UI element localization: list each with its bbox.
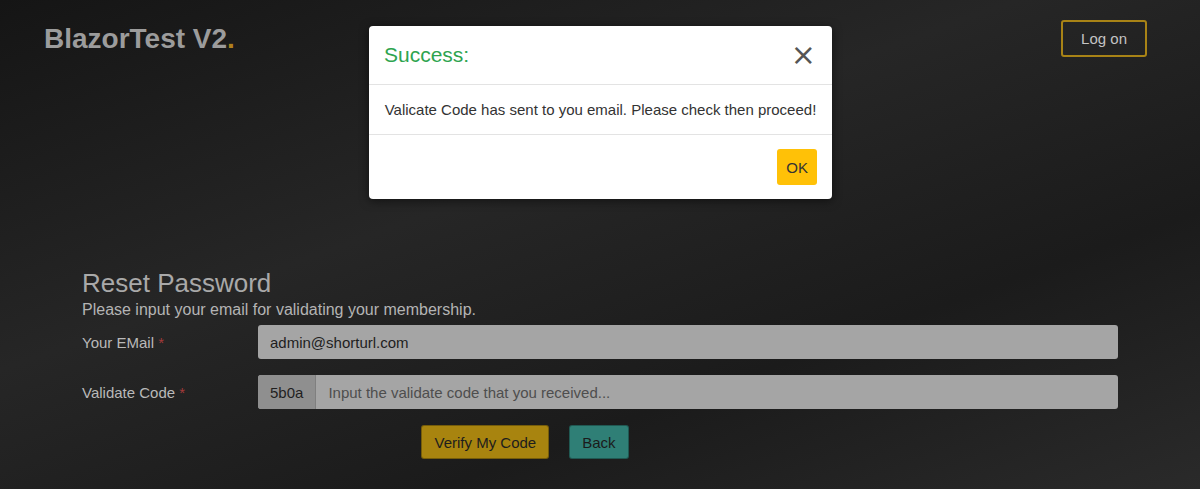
ok-button[interactable]: OK: [777, 149, 817, 185]
modal-title: Success:: [384, 43, 469, 67]
form-subtitle: Please input your email for validating y…: [82, 301, 1118, 319]
field-label: Validate Code *: [82, 384, 258, 401]
modal-header: Success: ×: [369, 26, 832, 85]
modal-body: Valicate Code has sent to you email. Ple…: [369, 85, 832, 135]
text-input[interactable]: [258, 325, 1118, 359]
form-title: Reset Password: [82, 267, 1118, 299]
form-actions: Verify My Code Back: [82, 425, 1118, 459]
input-group: [258, 325, 1118, 359]
field-label: Your EMail *: [82, 334, 258, 351]
form-button[interactable]: Back: [569, 425, 628, 459]
close-icon[interactable]: ×: [789, 40, 818, 70]
form-button[interactable]: Verify My Code: [421, 425, 549, 459]
success-modal: Success: × Valicate Code has sent to you e…: [369, 26, 832, 199]
modal-footer: OK: [369, 135, 832, 199]
logo[interactable]: BlazorTest V2.: [44, 21, 235, 57]
page: BlazorTest V2. Log on Reset Password Please…: [0, 0, 1200, 489]
input-group: 5b0a: [258, 375, 1118, 409]
form-row: Validate Code *5b0a: [82, 375, 1118, 409]
input-prefix: 5b0a: [258, 375, 316, 409]
login-button[interactable]: Log on: [1061, 20, 1147, 57]
text-input[interactable]: [316, 375, 1118, 409]
form-row: Your EMail *: [82, 325, 1118, 359]
